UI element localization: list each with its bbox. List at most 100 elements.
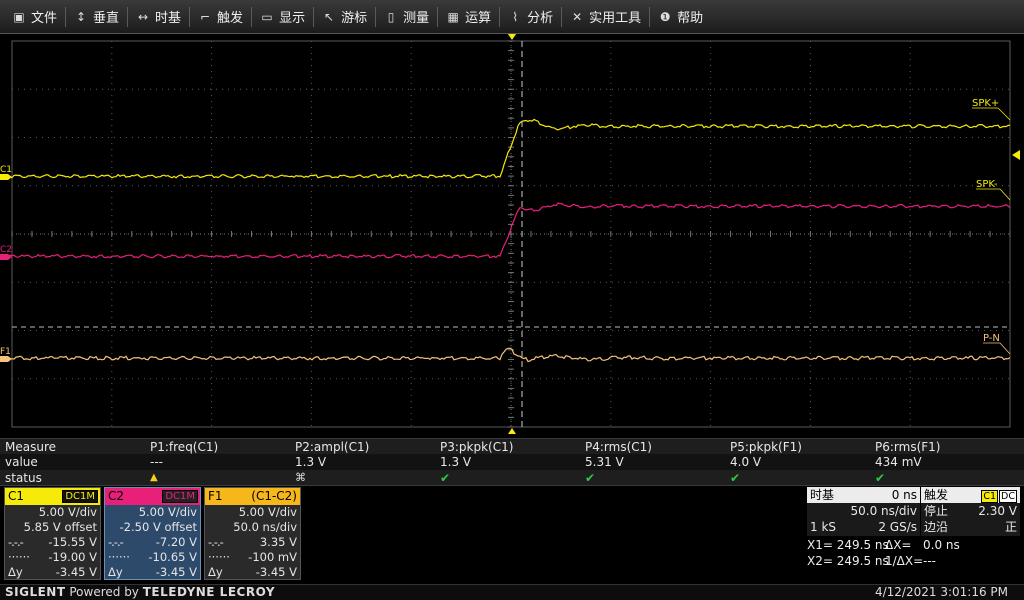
- measure-header-row: Measure P1:freq(C1) P2:ampl(C1) P3:pkpk(…: [0, 438, 1024, 454]
- brand-logo: SIGLENT Powered by TELEDYNE LECROY: [5, 585, 275, 600]
- trigger-type: 边沿: [924, 520, 949, 534]
- f1-marker-label[interactable]: F1: [0, 347, 11, 357]
- menu-vertical[interactable]: ↕ 垂直: [66, 0, 127, 34]
- channel-c2-offset: -2.50 V offset: [119, 520, 197, 534]
- measure-value-row: value --- 1.3 V 1.3 V 5.31 V 4.0 V 434 m…: [0, 454, 1024, 470]
- cursor2-line-icon: ······: [108, 550, 130, 564]
- timebase-panel[interactable]: 时基 0 ns 50.0 ns/div 1 kS 2 GS/s: [807, 487, 920, 536]
- channel-c2-delta: -3.45 V: [155, 565, 197, 579]
- channel-c1-cursor2: -19.00 V: [48, 550, 97, 564]
- menu-cursors-label: 游标: [341, 11, 368, 26]
- timebase-tdiv-row: 50.0 ns/div: [807, 503, 920, 519]
- menu-analysis[interactable]: ⌇ 分析: [500, 0, 561, 34]
- cursor-inv-dx-label: 1/ΔX=: [885, 554, 924, 568]
- timebase-sample-row: 1 kS 2 GS/s: [807, 519, 920, 535]
- channel-c2-panel[interactable]: C2 DC1M 5.00 V/div -2.50 V offset -.-.- -…: [104, 487, 201, 580]
- function-f1-cursor2: -100 mV: [248, 550, 297, 564]
- trace-label-spk-minus: SPK-: [976, 179, 998, 190]
- brand-lecroy: TELEDYNE LECROY: [142, 585, 276, 599]
- menu-measure[interactable]: ▯ 测量: [376, 0, 437, 34]
- timebase-tdiv: 50.0 ns/div: [850, 504, 918, 518]
- brand-powered-by: Powered by: [69, 585, 139, 599]
- channel-c2-header: C2 DC1M: [105, 488, 200, 505]
- measure-p6-value: 434 mV: [875, 455, 922, 469]
- trigger-panel[interactable]: 触发 C1 DC 停止 2.30 V 边沿 正: [921, 487, 1020, 536]
- timebase-samples: 1 kS: [810, 520, 837, 534]
- measure-icon: ▯: [387, 9, 395, 24]
- cursor1-line-icon: -.-.-: [208, 535, 224, 549]
- menu-display-label: 显示: [279, 11, 306, 26]
- channel-c1-vdiv-row: 5.00 V/div: [5, 505, 100, 520]
- measure-title: Measure: [5, 440, 56, 454]
- channel-c1-delta-row: Δy -3.45 V: [5, 565, 100, 580]
- trigger-level: 2.30 V: [978, 504, 1017, 518]
- menu-utilities[interactable]: ✕ 实用工具: [562, 0, 649, 34]
- channel-c1-delta: -3.45 V: [55, 565, 97, 579]
- cursor-row-x2: X2= 249.5 ns 1/ΔX= ---: [807, 553, 1022, 569]
- c1-marker-label[interactable]: C1: [0, 165, 12, 175]
- analysis-icon: ⌇: [512, 9, 519, 24]
- cursor1-line-icon: -.-.-: [108, 535, 124, 549]
- label-leader: [997, 107, 1011, 121]
- waveform-svg[interactable]: SPK+ SPK- P-N C1 C2 F1: [0, 34, 1024, 436]
- function-f1-delta: -3.45 V: [255, 565, 297, 579]
- function-f1-cursor2-row: ······ -100 mV: [205, 550, 300, 565]
- channel-c1-panel[interactable]: C1 DC1M 5.00 V/div 5.85 V offset -.-.- -1…: [4, 487, 101, 580]
- measure-p6-header[interactable]: P6:rms(F1): [875, 439, 940, 455]
- measure-p2-header[interactable]: P2:ampl(C1): [295, 439, 369, 455]
- timebase-header: 时基 0 ns: [807, 487, 920, 503]
- menu-trigger[interactable]: ⌐ 触发: [190, 0, 251, 34]
- menu-display[interactable]: ▭ 显示: [252, 0, 313, 34]
- channel-c2-cursor1: -7.20 V: [155, 535, 197, 549]
- trace-c1: [0, 118, 1011, 179]
- check-icon: ✔: [440, 471, 451, 485]
- channel-c2-cursor1-row: -.-.- -7.20 V: [105, 535, 200, 550]
- timebase-title: 时基: [810, 488, 835, 502]
- math-icon: ▦: [447, 9, 459, 24]
- c2-marker-label[interactable]: C2: [0, 245, 12, 255]
- trigger-mode: 停止: [924, 504, 949, 518]
- menu-math[interactable]: ▦ 运算: [438, 0, 499, 34]
- menu-vertical-label: 垂直: [93, 11, 120, 26]
- waveform-display[interactable]: SPK+ SPK- P-N C1 C2 F1: [0, 34, 1024, 436]
- measure-p4-value: 5.31 V: [585, 455, 624, 469]
- menu-timebase[interactable]: ↔ 时基: [128, 0, 189, 34]
- function-f1-panel[interactable]: F1 (C1-C2) 5.00 V/div 50.0 ns/div -.-.- 3…: [204, 487, 301, 580]
- menu-help[interactable]: ❶ 帮助: [650, 0, 711, 34]
- menu-utilities-label: 实用工具: [589, 11, 642, 26]
- menu-file[interactable]: ▣ 文件: [4, 0, 65, 34]
- menu-analysis-label: 分析: [527, 11, 554, 26]
- help-icon: ❶: [659, 9, 671, 24]
- cursor2-line-icon: ······: [208, 550, 230, 564]
- channel-c2-vdiv: 5.00 V/div: [138, 505, 197, 519]
- check-icon: ✔: [585, 471, 596, 485]
- trace-c2: [0, 202, 1011, 259]
- label-leader: [999, 342, 1011, 355]
- timebase-rate: 2 GS/s: [878, 520, 917, 534]
- trigger-slope: 正: [1004, 520, 1017, 534]
- channel-c2-offset-row: -2.50 V offset: [105, 520, 200, 535]
- cursor-x1: X1= 249.5 ns: [807, 538, 889, 552]
- measure-table[interactable]: Measure P1:freq(C1) P2:ampl(C1) P3:pkpk(…: [0, 438, 1024, 486]
- menu-help-label: 帮助: [677, 11, 704, 26]
- measure-p3-header[interactable]: P3:pkpk(C1): [440, 439, 513, 455]
- channel-c1-offset-row: 5.85 V offset: [5, 520, 100, 535]
- trigger-coupling: DC: [999, 490, 1017, 503]
- trigger-level-marker: [1012, 150, 1020, 160]
- horizontal-arrow-icon: ↔: [138, 9, 149, 24]
- function-f1-cursor1: 3.35 V: [259, 535, 297, 549]
- measure-p4-header[interactable]: P4:rms(C1): [585, 439, 652, 455]
- cursor-dx-value: 0.0 ns: [923, 538, 960, 552]
- menu-measure-label: 测量: [403, 11, 430, 26]
- measure-p5-header[interactable]: P5:pkpk(F1): [730, 439, 802, 455]
- function-f1-cursor1-row: -.-.- 3.35 V: [205, 535, 300, 550]
- menu-cursors[interactable]: ↖ 游标: [314, 0, 375, 34]
- x-icon: ⌘: [295, 471, 306, 484]
- trigger-position-marker-top: [508, 34, 516, 40]
- measure-p1-header[interactable]: P1:freq(C1): [150, 439, 218, 455]
- function-f1-name: F1: [208, 489, 223, 503]
- tools-icon: ✕: [572, 9, 583, 24]
- menu-trigger-label: 触发: [217, 11, 244, 26]
- save-icon: ▣: [13, 9, 25, 24]
- function-f1-delta-row: Δy -3.45 V: [205, 565, 300, 580]
